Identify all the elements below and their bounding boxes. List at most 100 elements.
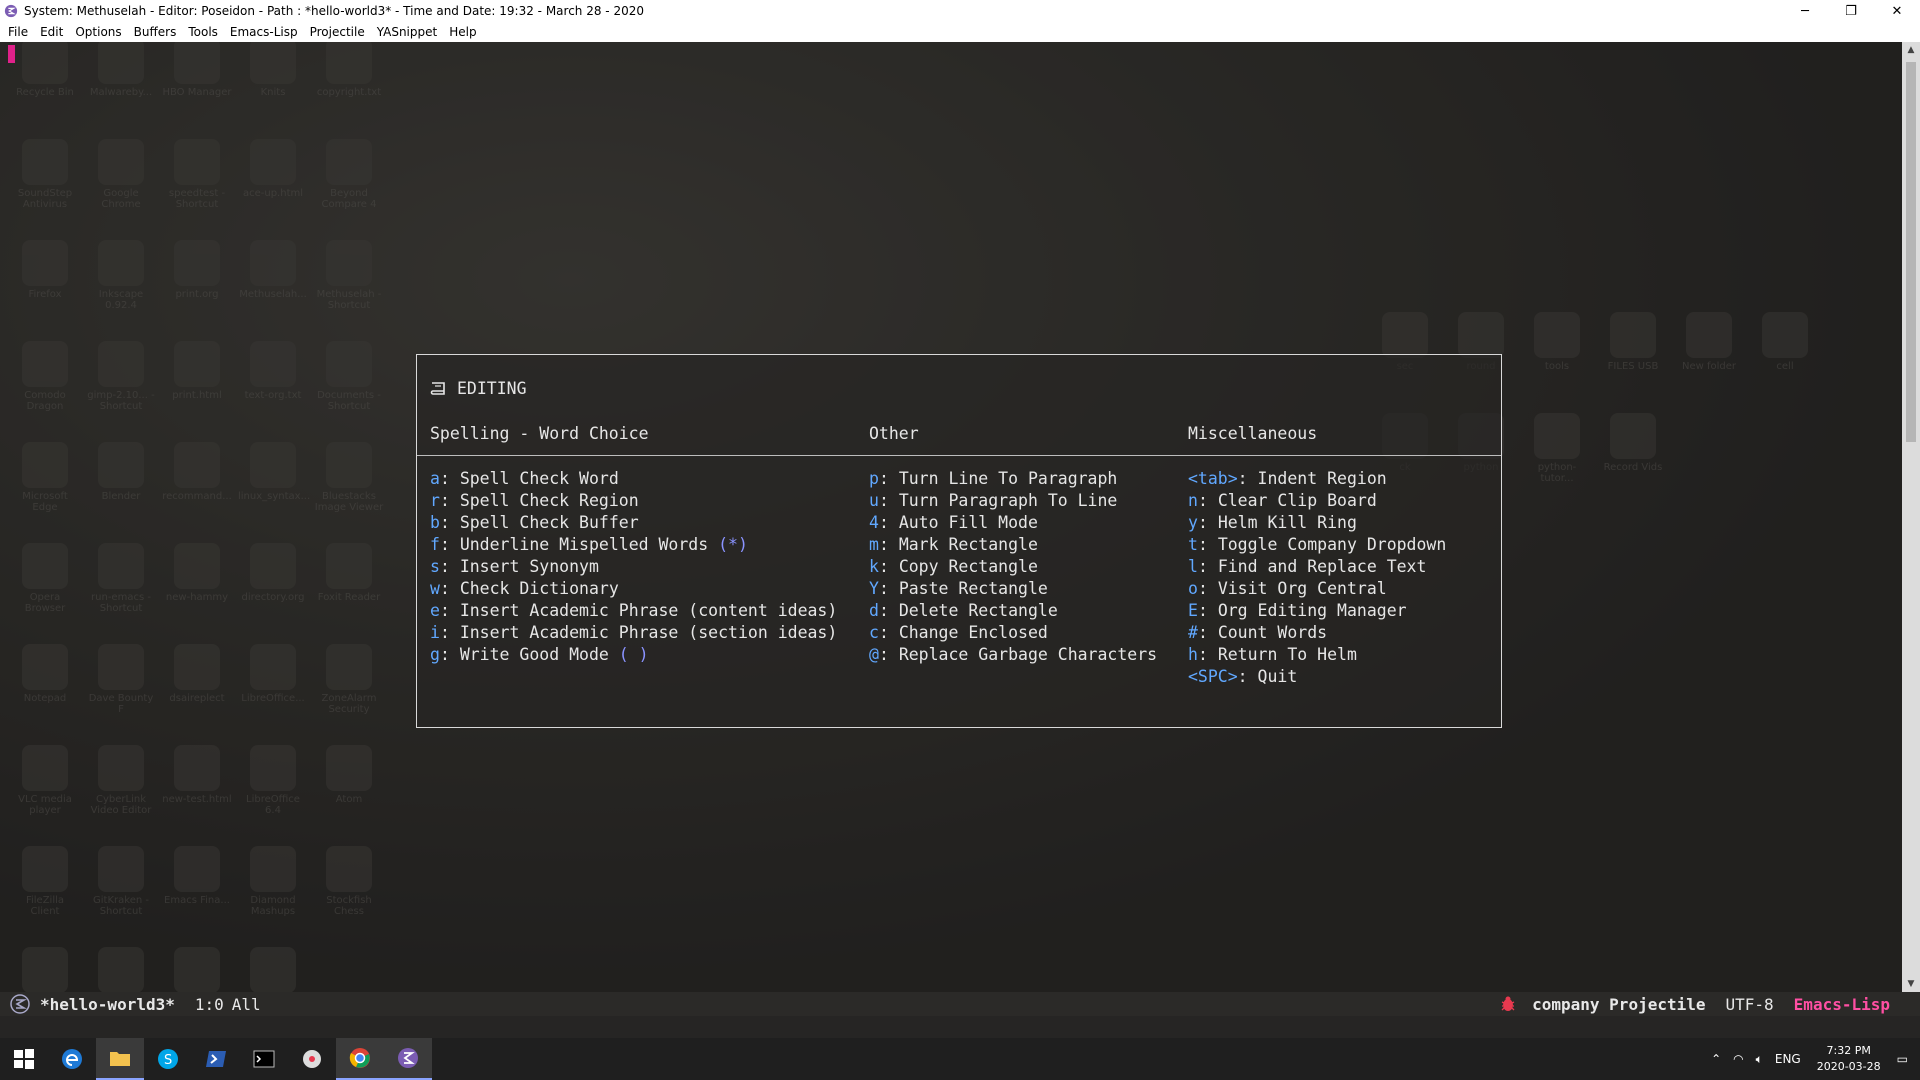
desktop-icon-label: Google Chrome [101, 188, 141, 210]
desktop-icon: speedtest - Shortcut [162, 139, 232, 210]
hydra-item[interactable]: d: Delete Rectangle [869, 600, 1157, 622]
minimize-button[interactable]: ─ [1782, 0, 1828, 22]
restore-button[interactable]: ❐ [1828, 0, 1874, 22]
desktop-icon: Notepad [10, 644, 80, 704]
column-misc: <tab>: Indent Region n: Clear Clip Board y… [1188, 468, 1446, 688]
hydra-item[interactable]: e: Insert Academic Phrase (content ideas… [430, 600, 837, 622]
menu-tools[interactable]: Tools [188, 25, 218, 39]
hydra-item[interactable]: g: Write Good Mode ( ) [430, 644, 837, 666]
menu-yasnippet[interactable]: YASnippet [377, 25, 438, 39]
hydra-key: w [430, 579, 440, 598]
skype-icon: S [158, 1049, 178, 1069]
terminal-icon [253, 1050, 275, 1068]
scroll-up-icon[interactable]: ▲ [1902, 42, 1920, 58]
hydra-item[interactable]: b: Spell Check Buffer [430, 512, 837, 534]
cursor-position: 1:0 [194, 994, 224, 1014]
hydra-item[interactable]: w: Check Dictionary [430, 578, 837, 600]
hydra-item[interactable]: #: Count Words [1188, 622, 1446, 644]
notifications-icon[interactable]: ▭ [1897, 1052, 1908, 1066]
chevron-up-icon[interactable]: ⌃ [1711, 1052, 1721, 1066]
desktop-icon-label: text-org.txt [244, 390, 302, 401]
hydra-item[interactable]: k: Copy Rectangle [869, 556, 1157, 578]
hydra-item[interactable]: r: Spell Check Region [430, 490, 837, 512]
clock[interactable]: 7:32 PM 2020-03-28 [1817, 1043, 1881, 1075]
hydra-item[interactable]: i: Insert Academic Phrase (section ideas… [430, 622, 837, 644]
scroll-down-icon[interactable]: ▼ [1902, 976, 1920, 992]
desktop-icon-label: python-tutor... [1537, 462, 1577, 484]
desktop-icon-label: LibreOffice 6.4 [246, 794, 300, 816]
volume-icon[interactable]: 🔈︎ [1756, 1052, 1763, 1067]
taskbar-media-app[interactable] [288, 1038, 336, 1080]
hydra-item[interactable]: E: Org Editing Manager [1188, 600, 1446, 622]
desktop-icon-label: ZoneAlarm Security [321, 693, 377, 715]
desktop-icon-label: Dave Bounty F [88, 693, 154, 715]
desktop-icon-glyph [326, 644, 372, 690]
scrollbar-thumb[interactable] [1906, 62, 1916, 442]
hydra-label: Copy Rectangle [898, 557, 1038, 576]
hydra-item[interactable]: <tab>: Indent Region [1188, 468, 1446, 490]
hydra-key: # [1188, 623, 1198, 642]
hydra-item[interactable]: u: Turn Paragraph To Line [869, 490, 1157, 512]
hydra-item[interactable]: <SPC>: Quit [1188, 666, 1446, 688]
desktop-icon: FILES USB [1598, 312, 1668, 372]
hydra-item[interactable]: m: Mark Rectangle [869, 534, 1157, 556]
hydra-item[interactable]: 4: Auto Fill Mode [869, 512, 1157, 534]
desktop-icon-label: Stockfish Chess [326, 895, 372, 917]
encoding-indicator[interactable]: UTF-8 [1726, 995, 1774, 1014]
desktop-icon: Diamond Mashups [238, 846, 308, 917]
emacs-app-icon [4, 4, 18, 18]
desktop-icon-label: speedtest - Shortcut [168, 188, 226, 210]
emacs-logo-icon [10, 994, 30, 1014]
hydra-item[interactable]: f: Underline Mispelled Words (*) [430, 534, 837, 556]
menu-options[interactable]: Options [75, 25, 121, 39]
hydra-item[interactable]: n: Clear Clip Board [1188, 490, 1446, 512]
start-button[interactable] [0, 1038, 48, 1080]
hydra-item[interactable]: a: Spell Check Word [430, 468, 837, 490]
desktop-icon: Kindle [10, 947, 80, 992]
vertical-scrollbar[interactable]: ▲ ▼ [1902, 42, 1920, 992]
hydra-item[interactable]: y: Helm Kill Ring [1188, 512, 1446, 534]
major-mode[interactable]: Emacs-Lisp [1794, 995, 1890, 1014]
desktop-icon: print.org [162, 240, 232, 300]
hydra-label: Write Good Mode [459, 645, 609, 664]
desktop-icon-glyph [326, 341, 372, 387]
taskbar-chrome[interactable] [336, 1038, 384, 1080]
hydra-item[interactable]: l: Find and Replace Text [1188, 556, 1446, 578]
close-button[interactable]: ✕ [1874, 0, 1920, 22]
taskbar-edge[interactable] [48, 1038, 96, 1080]
hydra-item[interactable]: h: Return To Helm [1188, 644, 1446, 666]
svg-text:S: S [164, 1053, 172, 1068]
hydra-item[interactable]: @: Replace Garbage Characters [869, 644, 1157, 666]
desktop-icon-label: Emacs Fina... [164, 895, 230, 906]
menu-projectile[interactable]: Projectile [310, 25, 365, 39]
taskbar-terminal[interactable] [240, 1038, 288, 1080]
menu-help[interactable]: Help [449, 25, 476, 39]
hydra-item[interactable]: o: Visit Org Central [1188, 578, 1446, 600]
hydra-item[interactable]: c: Change Enclosed [869, 622, 1157, 644]
taskbar-emacs[interactable] [384, 1038, 432, 1080]
desktop-icon-glyph [326, 240, 372, 286]
menu-emacs-lisp[interactable]: Emacs-Lisp [230, 25, 298, 39]
taskbar-file-explorer[interactable] [96, 1038, 144, 1080]
desktop-icon: Google Chrome [86, 139, 156, 210]
language-indicator[interactable]: ENG [1775, 1052, 1801, 1066]
buffer-name[interactable]: *hello-world3* [40, 995, 175, 1014]
desktop-icon-glyph [250, 341, 296, 387]
menu-edit[interactable]: Edit [40, 25, 63, 39]
desktop-icon: copyright.txt [314, 42, 384, 98]
minor-modes[interactable]: company Projectile [1532, 995, 1705, 1014]
menu-buffers[interactable]: Buffers [134, 25, 177, 39]
desktop-icon: Methuselah - Shortcut [314, 240, 384, 311]
wifi-icon[interactable]: ◠ [1733, 1052, 1743, 1066]
desktop-icon: python-tutor... [1522, 413, 1592, 484]
hydra-item[interactable]: p: Turn Line To Paragraph [869, 468, 1157, 490]
taskbar-powershell[interactable] [192, 1038, 240, 1080]
desktop-icon-label: CyberLink Video Editor [90, 794, 152, 816]
menu-file[interactable]: File [8, 25, 28, 39]
taskbar-skype[interactable]: S [144, 1038, 192, 1080]
hydra-item[interactable]: t: Toggle Company Dropdown [1188, 534, 1446, 556]
desktop-icon: directory.org [238, 543, 308, 603]
hydra-item[interactable]: Y: Paste Rectangle [869, 578, 1157, 600]
hydra-item[interactable]: s: Insert Synonym [430, 556, 837, 578]
desktop-icon-glyph [22, 139, 68, 185]
